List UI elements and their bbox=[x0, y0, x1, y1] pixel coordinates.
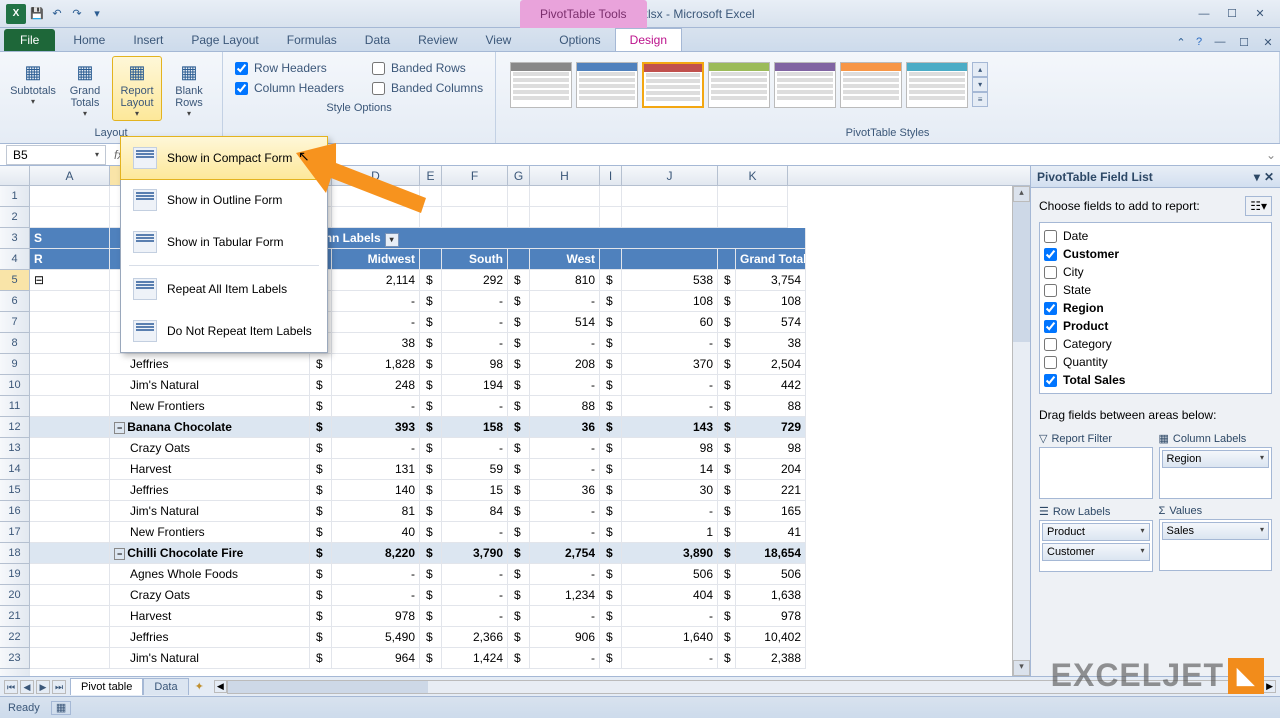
ribbon-minimize-icon[interactable]: ⌃ bbox=[1172, 33, 1190, 51]
window-controls: — ☐ ✕ bbox=[1184, 5, 1280, 23]
styles-gallery[interactable]: ▴ ▾ ≡ bbox=[504, 56, 1271, 114]
name-box[interactable]: B5▾ bbox=[6, 145, 106, 165]
tab-review[interactable]: Review bbox=[404, 29, 471, 51]
macro-icon[interactable]: ▦ bbox=[51, 701, 71, 715]
close-button[interactable]: ✕ bbox=[1248, 5, 1272, 23]
sheet-nav[interactable]: ⏮◀▶⏭ bbox=[0, 680, 70, 694]
field-product-checkbox[interactable] bbox=[1044, 320, 1057, 333]
row-labels-area[interactable]: Product▾Customer▾ bbox=[1039, 520, 1153, 572]
formula-expand-button[interactable]: ⌄ bbox=[1262, 148, 1280, 162]
outline-form-icon bbox=[133, 189, 157, 211]
grand-totals-button[interactable]: ▦Grand Totals▾ bbox=[60, 56, 110, 121]
show-outline-form-item[interactable]: Show in Outline Form bbox=[121, 179, 327, 221]
column-labels-area[interactable]: Region▾ bbox=[1159, 447, 1273, 499]
sheet-tab-bar: ⏮◀▶⏭ Pivot table Data ✦ ◀ ▶ bbox=[0, 676, 1280, 696]
field-checkbox-list[interactable]: DateCustomerCityStateRegionProductCatego… bbox=[1039, 222, 1272, 394]
field-list-dropdown-icon[interactable]: ▾ bbox=[1254, 170, 1260, 184]
doc-restore-button[interactable]: ☐ bbox=[1232, 33, 1256, 51]
field-prompt: Choose fields to add to report: bbox=[1039, 199, 1200, 213]
ribbon: ▦Subtotals▾ ▦Grand Totals▾ ▦Report Layou… bbox=[0, 52, 1280, 144]
tab-formulas[interactable]: Formulas bbox=[273, 29, 351, 51]
field-layout-button[interactable]: ☷▾ bbox=[1245, 196, 1272, 216]
no-repeat-labels-icon bbox=[133, 320, 157, 342]
sheet-tab-active[interactable]: Pivot table bbox=[70, 678, 143, 695]
banded-rows-checkbox[interactable] bbox=[372, 62, 385, 75]
tab-view[interactable]: View bbox=[472, 29, 526, 51]
values-area[interactable]: Sales▾ bbox=[1159, 519, 1273, 571]
tab-insert[interactable]: Insert bbox=[119, 29, 177, 51]
no-repeat-item-labels-item[interactable]: Do Not Repeat Item Labels bbox=[121, 310, 327, 352]
minimize-button[interactable]: — bbox=[1192, 5, 1216, 23]
pivot-field-list: PivotTable Field List ▾ ✕ Choose fields t… bbox=[1030, 166, 1280, 676]
field-list-title: PivotTable Field List bbox=[1037, 170, 1153, 184]
field-state-checkbox[interactable] bbox=[1044, 284, 1057, 297]
field-customer-checkbox[interactable] bbox=[1044, 248, 1057, 261]
field-quantity-checkbox[interactable] bbox=[1044, 356, 1057, 369]
help-icon[interactable]: ? bbox=[1190, 33, 1208, 51]
status-text: Ready bbox=[8, 702, 40, 714]
title-bar: X 💾 ↶ ↷ ▾ Pivot table layouts.xlsx - Mic… bbox=[0, 0, 1280, 28]
tab-home[interactable]: Home bbox=[59, 29, 119, 51]
field-date-checkbox[interactable] bbox=[1044, 230, 1057, 243]
report-filter-area[interactable] bbox=[1039, 447, 1153, 499]
quick-access-toolbar: X 💾 ↶ ↷ ▾ bbox=[0, 4, 112, 24]
column-headers-checkbox[interactable] bbox=[235, 82, 248, 95]
values-icon: Σ bbox=[1159, 505, 1166, 517]
style-options-group-label: Style Options bbox=[231, 100, 487, 114]
maximize-button[interactable]: ☐ bbox=[1220, 5, 1244, 23]
field-total-sales-checkbox[interactable] bbox=[1044, 374, 1057, 387]
horizontal-scrollbar[interactable]: ◀ ▶ bbox=[210, 680, 1280, 694]
field-region-checkbox[interactable] bbox=[1044, 302, 1057, 315]
undo-icon[interactable]: ↶ bbox=[48, 5, 66, 23]
report-layout-dropdown: Show in Compact Form Show in Outline For… bbox=[120, 136, 328, 353]
field-city-checkbox[interactable] bbox=[1044, 266, 1057, 279]
tab-design[interactable]: Design bbox=[615, 28, 682, 51]
excel-icon: X bbox=[6, 4, 26, 24]
ribbon-tabs: File Home Insert Page Layout Formulas Da… bbox=[0, 28, 1280, 52]
new-sheet-icon[interactable]: ✦ bbox=[189, 680, 210, 693]
window-title: Pivot table layouts.xlsx - Microsoft Exc… bbox=[112, 7, 1184, 21]
tab-data[interactable]: Data bbox=[351, 29, 404, 51]
styles-group-label: PivotTable Styles bbox=[504, 125, 1271, 139]
filter-icon: ▽ bbox=[1039, 432, 1047, 445]
vertical-scrollbar[interactable]: ▴ ▾ bbox=[1012, 186, 1030, 676]
row-headers-checkbox[interactable] bbox=[235, 62, 248, 75]
gallery-down-button[interactable]: ▾ bbox=[972, 77, 988, 92]
tabular-form-icon bbox=[133, 231, 157, 253]
ribbon-group-layout: ▦Subtotals▾ ▦Grand Totals▾ ▦Report Layou… bbox=[0, 52, 223, 143]
ribbon-group-style-options: Row Headers Column Headers Banded Rows B… bbox=[223, 52, 496, 143]
rows-icon: ☰ bbox=[1039, 505, 1049, 518]
doc-minimize-button[interactable]: — bbox=[1208, 33, 1232, 51]
field-list-close-icon[interactable]: ✕ bbox=[1264, 170, 1274, 184]
status-bar: Ready ▦ bbox=[0, 696, 1280, 718]
compact-form-icon bbox=[133, 147, 157, 169]
repeat-item-labels-item[interactable]: Repeat All Item Labels bbox=[121, 268, 327, 310]
gallery-more-button[interactable]: ≡ bbox=[972, 92, 988, 107]
doc-close-button[interactable]: ✕ bbox=[1256, 33, 1280, 51]
tab-page-layout[interactable]: Page Layout bbox=[177, 29, 272, 51]
columns-icon: ▦ bbox=[1159, 432, 1169, 445]
banded-columns-checkbox[interactable] bbox=[372, 82, 385, 95]
qat-dropdown-icon[interactable]: ▾ bbox=[88, 5, 106, 23]
gallery-up-button[interactable]: ▴ bbox=[972, 62, 988, 77]
blank-rows-button[interactable]: ▦Blank Rows▾ bbox=[164, 56, 214, 121]
repeat-labels-icon bbox=[133, 278, 157, 300]
tab-options[interactable]: Options bbox=[545, 29, 614, 51]
drag-prompt: Drag fields between areas below: bbox=[1031, 402, 1280, 428]
sheet-tab-data[interactable]: Data bbox=[143, 678, 188, 695]
save-icon[interactable]: 💾 bbox=[28, 5, 46, 23]
context-tab-label: PivotTable Tools bbox=[520, 0, 647, 28]
redo-icon[interactable]: ↷ bbox=[68, 5, 86, 23]
tab-file[interactable]: File bbox=[4, 29, 55, 51]
show-tabular-form-item[interactable]: Show in Tabular Form bbox=[121, 221, 327, 263]
show-compact-form-item[interactable]: Show in Compact Form bbox=[120, 136, 328, 180]
ribbon-group-styles: ▴ ▾ ≡ PivotTable Styles bbox=[496, 52, 1280, 143]
report-layout-button[interactable]: ▦Report Layout▾ bbox=[112, 56, 162, 121]
field-category-checkbox[interactable] bbox=[1044, 338, 1057, 351]
subtotals-button[interactable]: ▦Subtotals▾ bbox=[8, 56, 58, 121]
